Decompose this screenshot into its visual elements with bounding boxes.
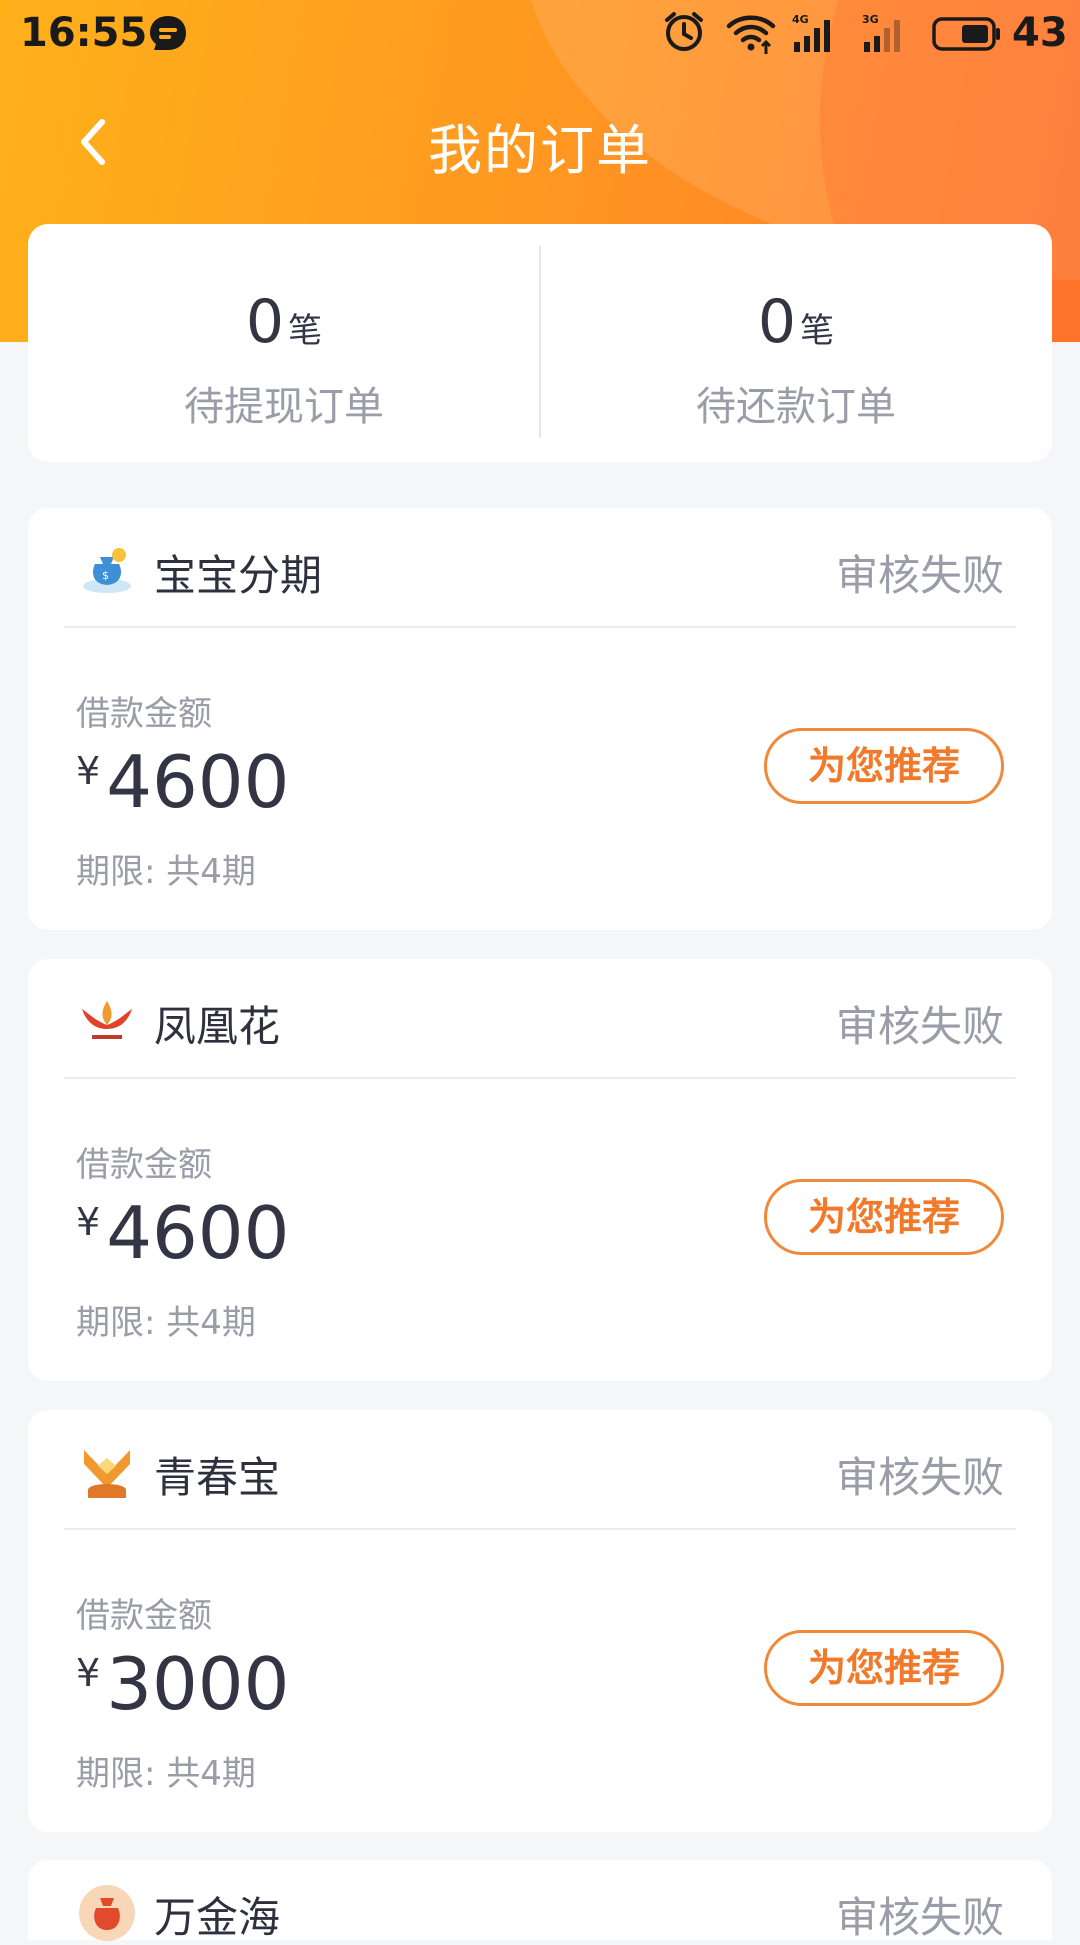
order-card[interactable]: $ 宝宝分期 审核失败 借款金额 ¥4600 期限: 共4期 为您推荐 xyxy=(28,508,1052,930)
chat-bubble-icon xyxy=(150,16,186,50)
currency-symbol: ¥ xyxy=(76,1200,101,1244)
svg-text:$: $ xyxy=(102,569,109,582)
wifi-icon xyxy=(726,15,776,54)
currency-symbol: ¥ xyxy=(76,1651,101,1695)
coin-bag-logo-icon xyxy=(79,1885,135,1941)
summary-unit: 笔 xyxy=(288,311,323,351)
amount-value: 4600 xyxy=(106,740,290,824)
order-status: 审核失败 xyxy=(835,1002,1004,1051)
svg-text:4G: 4G xyxy=(792,13,809,26)
summary-label: 待提现订单 xyxy=(184,384,384,430)
page-title: 我的订单 xyxy=(428,119,652,182)
recommend-button[interactable]: 为您推荐 xyxy=(764,1179,1004,1255)
money-bag-logo-icon: $ xyxy=(79,543,135,599)
summary-pending-withdraw[interactable]: 0笔 待提现订单 xyxy=(28,224,540,462)
order-name: 青春宝 xyxy=(154,1453,281,1502)
order-divider xyxy=(64,626,1016,628)
order-name: 万金海 xyxy=(154,1893,281,1942)
order-card[interactable]: 万金海 审核失败 xyxy=(28,1860,1052,1942)
recommend-button[interactable]: 为您推荐 xyxy=(764,1630,1004,1706)
term-text: 期限: 共4期 xyxy=(76,1754,256,1794)
alarm-icon xyxy=(665,12,703,51)
order-divider xyxy=(64,1077,1016,1079)
phoenix-logo-icon xyxy=(79,994,135,1050)
status-bar: 16:55 4G 3G 43 xyxy=(0,0,1080,70)
order-status: 审核失败 xyxy=(835,1453,1004,1502)
signal-3g-icon: 3G xyxy=(862,13,900,52)
amount-value: 4600 xyxy=(106,1191,290,1275)
summary-label: 待还款订单 xyxy=(696,384,896,430)
amount-label: 借款金额 xyxy=(76,694,212,734)
summary-count: 0 xyxy=(757,287,797,357)
svg-text:3G: 3G xyxy=(862,13,879,26)
signal-4g-icon: 4G xyxy=(792,13,830,52)
summary-count: 0 xyxy=(245,287,285,357)
amount-row: ¥3000 xyxy=(76,1648,289,1720)
amount-row: ¥4600 xyxy=(76,1197,289,1269)
amount-label: 借款金额 xyxy=(76,1596,212,1636)
order-summary-card: 0笔 待提现订单 0笔 待还款订单 xyxy=(28,224,1052,462)
recommend-button[interactable]: 为您推荐 xyxy=(764,728,1004,804)
order-card[interactable]: 青春宝 审核失败 借款金额 ¥3000 期限: 共4期 为您推荐 xyxy=(28,1410,1052,1832)
summary-value: 0笔 xyxy=(540,292,1052,352)
amount-value: 3000 xyxy=(106,1642,290,1726)
term-text: 期限: 共4期 xyxy=(76,1303,256,1343)
summary-unit: 笔 xyxy=(800,311,835,351)
order-name: 凤凰花 xyxy=(154,1002,281,1051)
currency-symbol: ¥ xyxy=(76,749,101,793)
amount-row: ¥4600 xyxy=(76,746,289,818)
battery-level: 43 xyxy=(1012,10,1068,56)
status-time: 16:55 xyxy=(20,10,148,56)
order-card[interactable]: 凤凰花 审核失败 借款金额 ¥4600 期限: 共4期 为您推荐 xyxy=(28,959,1052,1381)
summary-value: 0笔 xyxy=(28,292,540,352)
treasure-logo-icon xyxy=(79,1445,135,1501)
order-status: 审核失败 xyxy=(835,1893,1004,1942)
order-status: 审核失败 xyxy=(835,551,1004,600)
battery-icon xyxy=(932,17,1000,51)
term-text: 期限: 共4期 xyxy=(76,852,256,892)
order-divider xyxy=(64,1528,1016,1530)
order-name: 宝宝分期 xyxy=(154,551,323,600)
summary-pending-repay[interactable]: 0笔 待还款订单 xyxy=(540,224,1052,462)
amount-label: 借款金额 xyxy=(76,1145,212,1185)
